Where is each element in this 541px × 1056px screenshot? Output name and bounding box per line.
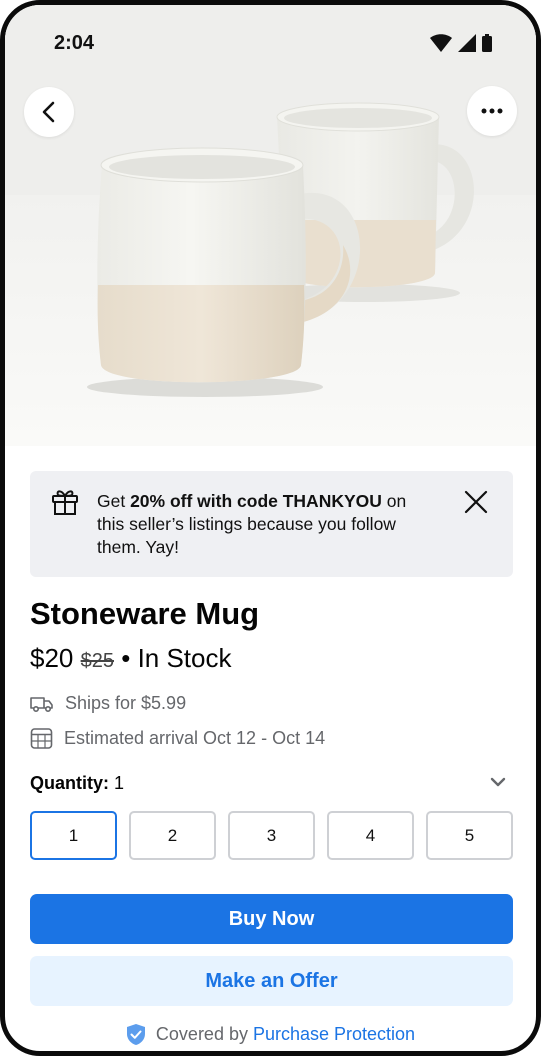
original-price: $25 (80, 650, 114, 672)
quantity-options: 1 2 3 4 5 (30, 811, 513, 860)
quantity-option-1[interactable]: 1 (30, 811, 117, 860)
quantity-option-5[interactable]: 5 (426, 811, 513, 860)
close-icon[interactable] (463, 489, 489, 515)
status-time: 2:04 (54, 32, 95, 54)
truck-icon (30, 696, 53, 712)
quantity-label-text: Quantity: (30, 773, 109, 793)
purchase-protection: Covered by Purchase Protection (5, 1023, 536, 1046)
arrival-info: Estimated arrival Oct 12 - Oct 14 (30, 727, 325, 749)
shipping-text: Ships for $5.99 (65, 693, 187, 713)
gift-icon (52, 490, 78, 515)
calendar-icon (30, 728, 53, 749)
stock-status: In Stock (137, 643, 232, 673)
battery-icon (482, 34, 492, 52)
more-options-button[interactable] (467, 86, 517, 136)
stock-separator: • (114, 643, 138, 673)
promo-text-prefix: Get (97, 491, 131, 511)
back-button[interactable] (24, 87, 74, 137)
more-icon (481, 108, 503, 114)
wifi-icon (430, 34, 452, 52)
quantity-option-3[interactable]: 3 (228, 811, 315, 860)
signal-icon (458, 34, 476, 52)
purchase-protection-link[interactable]: Purchase Protection (253, 1024, 415, 1045)
buy-now-button[interactable]: Buy Now (30, 894, 513, 944)
device-frame: 2:04 Get 20% off with code THANKYOU on t… (0, 0, 541, 1056)
price-line: $20 $25 • In Stock (30, 643, 232, 674)
chevron-down-icon[interactable] (490, 777, 506, 787)
quantity-label: Quantity: 1 (30, 773, 124, 794)
arrival-text: Estimated arrival Oct 12 - Oct 14 (64, 727, 326, 748)
back-arrow-icon (42, 101, 55, 123)
quantity-option-2[interactable]: 2 (129, 811, 216, 860)
status-icons (430, 34, 492, 52)
status-bar: 2:04 (5, 5, 536, 83)
product-title: Stoneware Mug (30, 596, 260, 631)
promo-text: Get 20% off with code THANKYOU on this s… (97, 490, 427, 559)
shield-check-icon (126, 1024, 145, 1045)
quantity-option-4[interactable]: 4 (327, 811, 414, 860)
quantity-value: 1 (114, 773, 125, 793)
shipping-info: Ships for $5.99 (30, 693, 186, 714)
promo-code: 20% off with code THANKYOU (130, 491, 382, 511)
protection-text: Covered by (155, 1024, 248, 1044)
make-offer-button[interactable]: Make an Offer (30, 956, 513, 1006)
promo-banner: Get 20% off with code THANKYOU on this s… (30, 471, 513, 577)
current-price: $20 (30, 643, 74, 673)
